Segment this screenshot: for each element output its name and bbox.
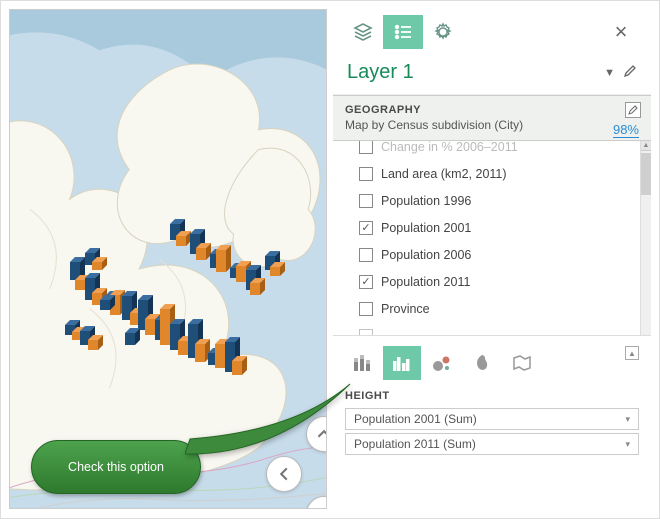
region-icon <box>511 352 533 374</box>
map-bar <box>216 250 231 272</box>
callout-bubble: Check this option <box>31 440 201 494</box>
geography-heading: GEOGRAPHY <box>345 104 639 116</box>
field-label: Population 2011 <box>381 275 470 289</box>
field-item: Population 2006 <box>359 241 651 268</box>
height-field-label: Population 2001 (Sum) <box>354 412 477 426</box>
viz-bubble-button[interactable] <box>423 346 461 380</box>
field-checkbox[interactable] <box>359 329 373 337</box>
pencil-icon <box>623 64 637 78</box>
layer-title-row: Layer 1 ▼ <box>333 55 651 95</box>
map-bar <box>176 236 191 246</box>
callout-tail <box>185 376 365 471</box>
field-checkbox[interactable] <box>359 275 373 289</box>
layers-tab[interactable] <box>343 15 383 49</box>
height-field-label: Population 2011 (Sum) <box>354 437 476 451</box>
bubble-icon <box>431 352 453 374</box>
field-label: Population 2001 <box>381 221 471 235</box>
field-item: Change in % 2006–2011 <box>359 141 651 160</box>
collapse-viz-row-button[interactable]: ▲ <box>625 346 639 360</box>
field-checkbox[interactable] <box>359 141 373 154</box>
field-list-icon <box>393 23 413 41</box>
map-bar <box>100 300 115 310</box>
height-field-dropdown[interactable]: Population 2011 (Sum) <box>345 433 639 455</box>
map-bar <box>270 267 285 276</box>
field-checkbox[interactable] <box>359 194 373 208</box>
fields-scrollbar[interactable]: ▲ <box>640 141 651 335</box>
edit-geography-button[interactable] <box>625 102 641 118</box>
height-heading: HEIGHT <box>345 390 639 402</box>
clustered-column-icon <box>391 352 413 374</box>
chevron-down-icon <box>317 507 327 509</box>
layer-dropdown-button[interactable]: ▼ <box>604 67 615 79</box>
field-checkbox[interactable] <box>359 167 373 181</box>
map-bar <box>88 340 103 350</box>
field-label: Change in % 2006–2011 <box>381 141 518 154</box>
height-field-dropdown[interactable]: Population 2001 (Sum) <box>345 408 639 430</box>
field-checkbox[interactable] <box>359 248 373 262</box>
visualization-type-row: ▲ <box>333 336 651 386</box>
viz-stacked-column-button[interactable] <box>343 346 381 380</box>
heatmap-icon <box>471 352 493 374</box>
layer-panel: × Layer 1 ▼ GEOGRAPHY Map by Census subd… <box>333 9 651 509</box>
field-label: Population 1996 <box>381 194 471 208</box>
field-item: Land area (km2, 2011) <box>359 160 651 187</box>
map-bar <box>125 333 140 345</box>
field-label: Land area (km2, 2011) <box>381 167 507 181</box>
settings-tab[interactable] <box>423 15 463 49</box>
geography-section: GEOGRAPHY Map by Census subdivision (Cit… <box>333 95 651 141</box>
stacked-column-icon <box>351 352 373 374</box>
pencil-icon <box>628 105 638 115</box>
field-item: Population 2001 <box>359 214 651 241</box>
viz-heatmap-button[interactable] <box>463 346 501 380</box>
geography-confidence-link[interactable]: 98% <box>613 122 639 138</box>
close-icon: × <box>615 19 628 45</box>
rename-layer-button[interactable] <box>623 64 637 81</box>
scroll-thumb[interactable] <box>641 153 651 195</box>
gear-icon <box>433 22 453 42</box>
height-section: HEIGHT Population 2001 (Sum) Population … <box>333 386 651 466</box>
callout-text: Check this option <box>68 460 164 474</box>
field-item: Population 2011 <box>359 268 651 295</box>
viz-clustered-column-button[interactable] <box>383 346 421 380</box>
panel-toolbar: × <box>333 9 651 55</box>
annotation-callout: Check this option <box>31 440 201 494</box>
fields-tab[interactable] <box>383 15 423 49</box>
viz-region-button[interactable] <box>503 346 541 380</box>
field-label: Population 2006 <box>381 248 471 262</box>
scroll-up-icon: ▲ <box>641 141 651 151</box>
map-bar <box>196 248 211 260</box>
map-bar <box>250 283 265 295</box>
app-frame: (function(){ var bars = [ [60,270,18,'bl… <box>0 0 660 519</box>
map-bar <box>232 361 247 375</box>
field-item: Province <box>359 295 651 322</box>
field-item <box>359 322 651 336</box>
map-bar <box>92 262 107 270</box>
field-list: Change in % 2006–2011 Land area (km2, 20… <box>333 141 651 336</box>
layers-icon <box>353 23 373 41</box>
close-panel-button[interactable]: × <box>601 15 641 49</box>
geography-mapping-label: Map by Census subdivision (City) <box>345 118 545 132</box>
field-label: Province <box>381 302 430 316</box>
field-checkbox[interactable] <box>359 302 373 316</box>
field-checkbox[interactable] <box>359 221 373 235</box>
layer-name: Layer 1 <box>347 61 414 84</box>
field-item: Population 1996 <box>359 187 651 214</box>
